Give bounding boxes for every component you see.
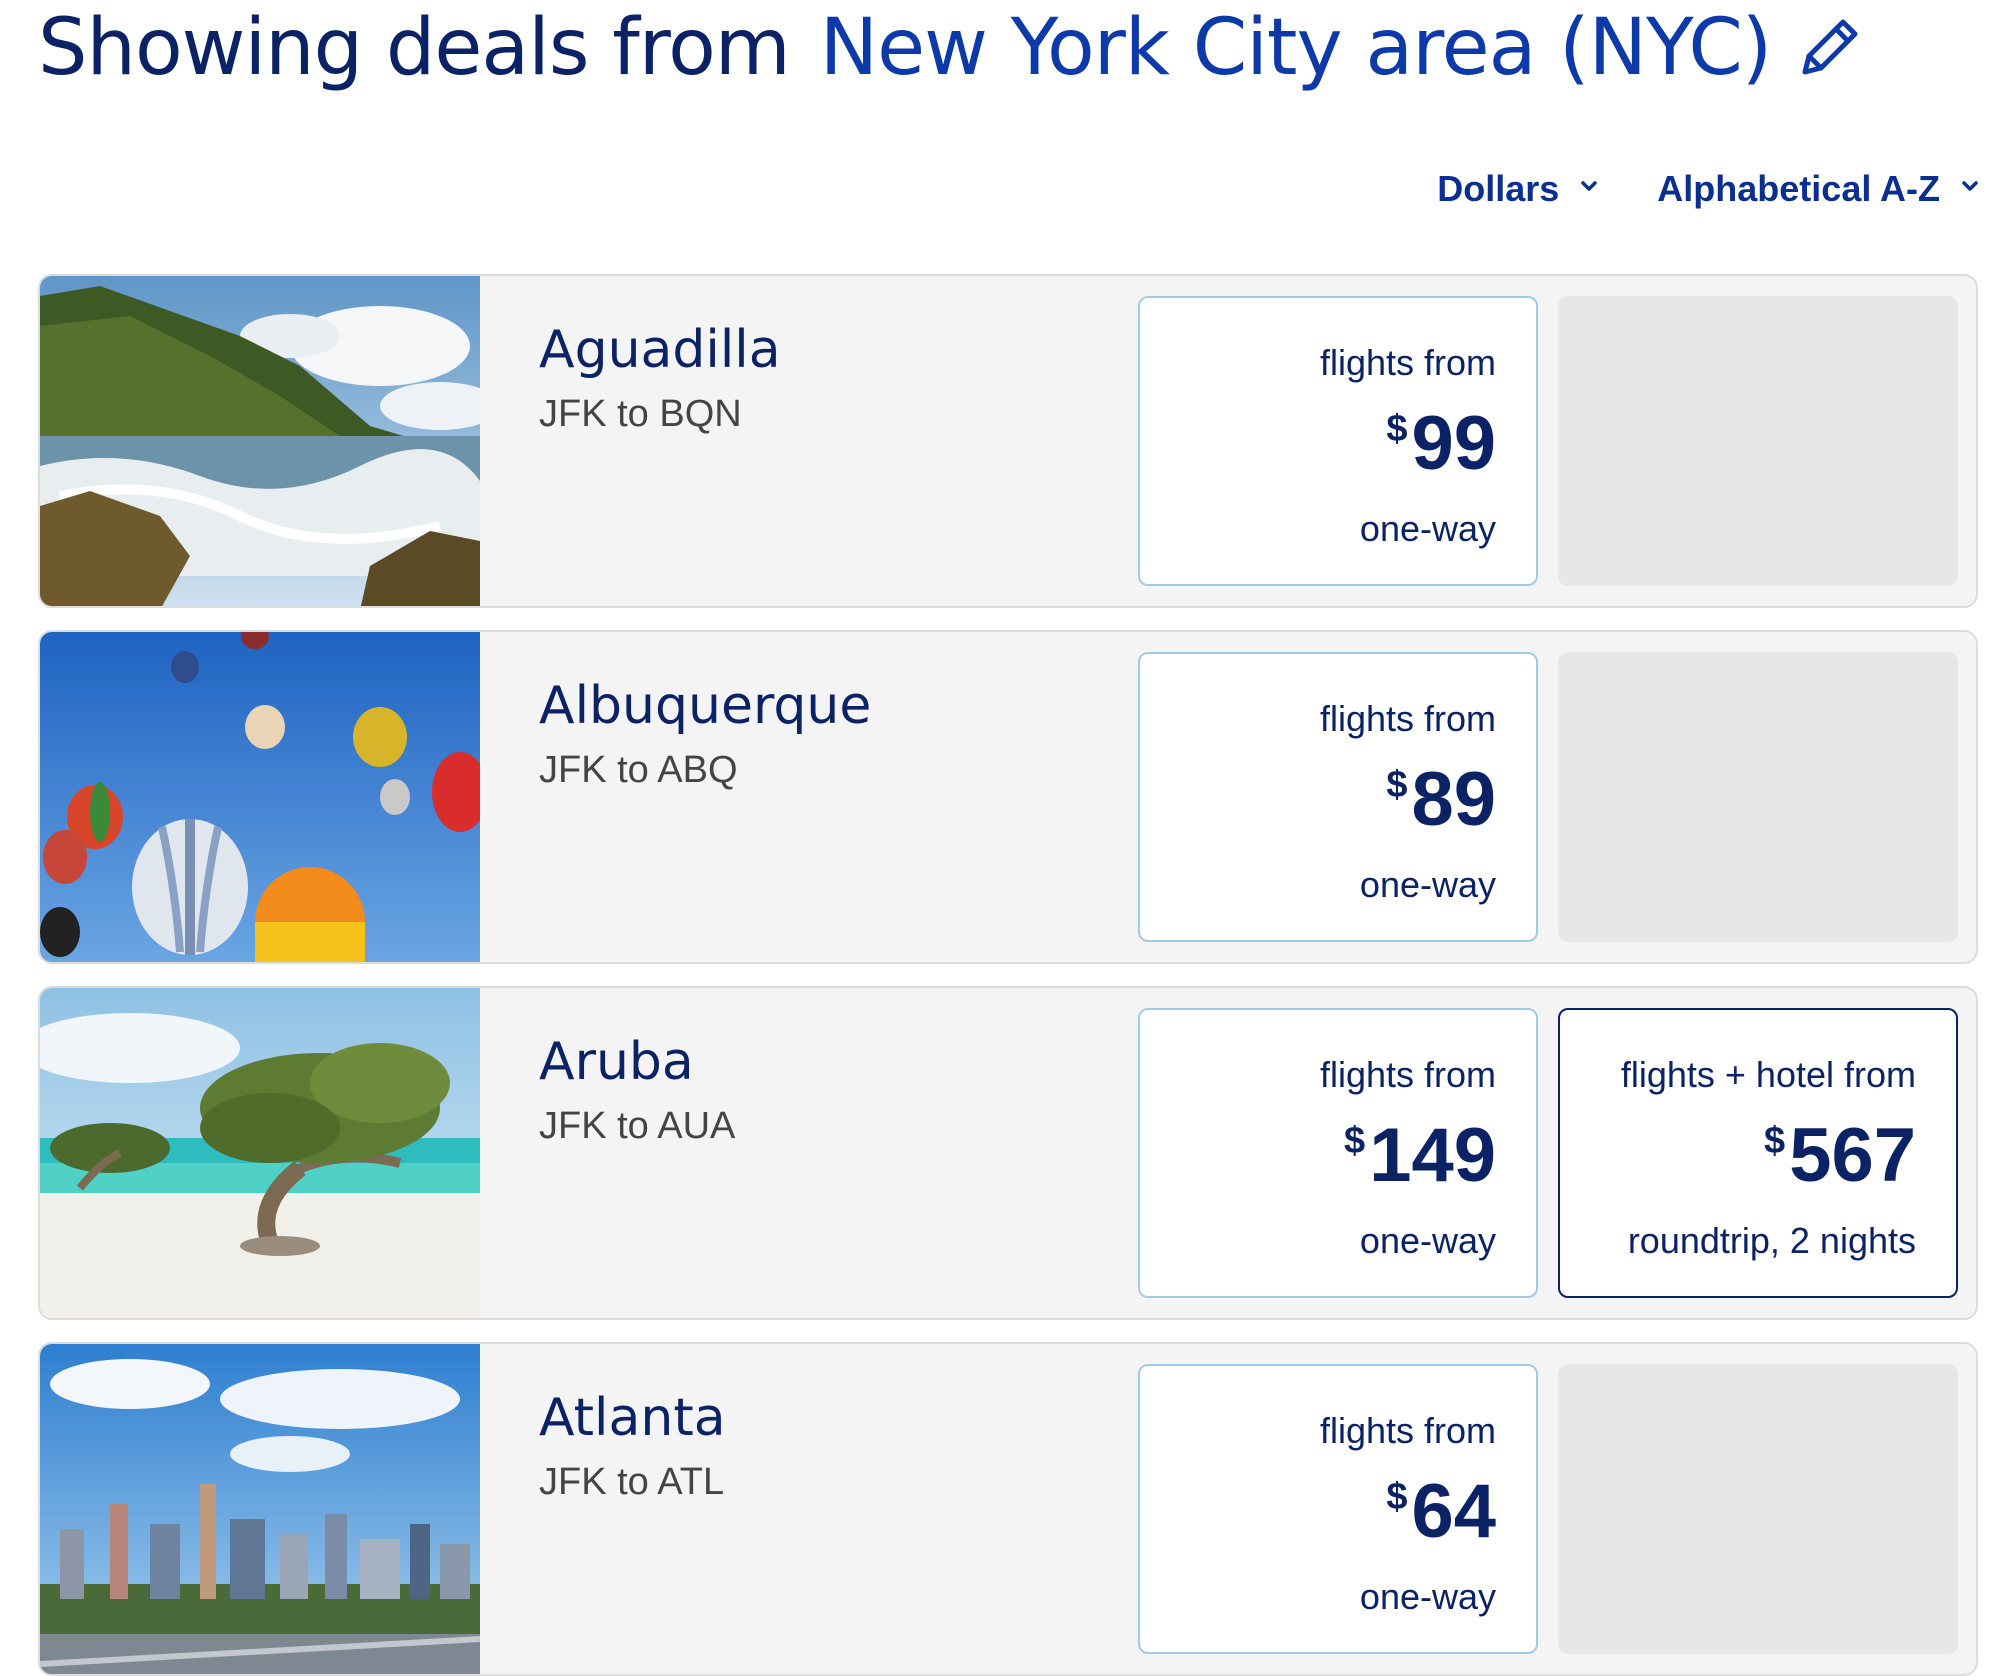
deal-card[interactable]: Aruba JFK to AUA flights from $149 one-w… xyxy=(38,986,1978,1320)
hotel-price-note: roundtrip, 2 nights xyxy=(1627,1220,1916,1261)
flight-price-box[interactable]: flights from $149 one-way xyxy=(1138,1008,1538,1298)
destination-route: JFK to ABQ xyxy=(539,749,738,792)
flight-price-label: flights from xyxy=(1319,342,1496,383)
destination-photo xyxy=(40,276,480,606)
flight-price-box[interactable]: flights from $99 one-way xyxy=(1138,296,1538,586)
deal-card[interactable]: Atlanta JFK to ATL flights from $64 one-… xyxy=(38,1342,1978,1676)
destination-photo xyxy=(40,1344,480,1674)
destination-name: Albuquerque xyxy=(539,676,872,736)
flight-price-label: flights from xyxy=(1319,698,1496,739)
deals-list: Aguadilla JFK to BQN flights from $99 on… xyxy=(38,274,1978,1676)
currency-label: Dollars xyxy=(1437,168,1560,209)
chevron-down-icon xyxy=(1581,181,1598,191)
hotel-price: $567 xyxy=(1764,1113,1916,1198)
flight-price-box[interactable]: flights from $64 one-way xyxy=(1138,1364,1538,1654)
filter-controls: Dollars Alphabetical A-Z xyxy=(1379,168,1980,210)
hotel-price-label: flights + hotel from xyxy=(1620,1054,1916,1095)
page-heading: Showing deals from New York City area (N… xyxy=(38,2,1865,94)
flight-price: $99 xyxy=(1386,401,1496,486)
chevron-down-icon xyxy=(1962,181,1978,191)
sort-label: Alphabetical A-Z xyxy=(1657,168,1940,209)
pencil-icon[interactable] xyxy=(1793,12,1865,84)
destination-photo xyxy=(40,632,480,962)
flight-price-box[interactable]: flights from $89 one-way xyxy=(1138,652,1538,942)
currency-dropdown[interactable]: Dollars xyxy=(1437,168,1599,210)
flight-price: $64 xyxy=(1386,1469,1496,1554)
destination-route: JFK to AUA xyxy=(539,1105,736,1148)
flight-price-label: flights from xyxy=(1319,1054,1496,1095)
destination-route: JFK to ATL xyxy=(539,1461,725,1504)
hotel-placeholder xyxy=(1558,652,1958,942)
hotel-placeholder xyxy=(1558,296,1958,586)
hotel-placeholder xyxy=(1558,1364,1958,1654)
flight-price: $89 xyxy=(1386,757,1496,842)
flight-price-label: flights from xyxy=(1319,1410,1496,1451)
destination-route: JFK to BQN xyxy=(539,393,742,436)
sort-dropdown[interactable]: Alphabetical A-Z xyxy=(1657,168,1980,210)
flight-hotel-price-box[interactable]: flights + hotel from $567 roundtrip, 2 n… xyxy=(1558,1008,1958,1298)
flight-price-note: one-way xyxy=(1359,864,1496,905)
flight-price-note: one-way xyxy=(1359,508,1496,549)
flight-price-note: one-way xyxy=(1359,1220,1496,1261)
deal-card[interactable]: Aguadilla JFK to BQN flights from $99 on… xyxy=(38,274,1978,608)
heading-lead: Showing deals from xyxy=(38,3,791,93)
deal-card[interactable]: Albuquerque JFK to ABQ flights from $89 … xyxy=(38,630,1978,964)
destination-name: Aguadilla xyxy=(539,320,781,380)
flight-price: $149 xyxy=(1344,1113,1496,1198)
origin-city-link[interactable]: New York City area (NYC) xyxy=(820,3,1772,93)
destination-name: Atlanta xyxy=(539,1388,726,1448)
destination-photo xyxy=(40,988,480,1318)
destination-name: Aruba xyxy=(539,1032,694,1092)
flight-price-note: one-way xyxy=(1359,1576,1496,1617)
